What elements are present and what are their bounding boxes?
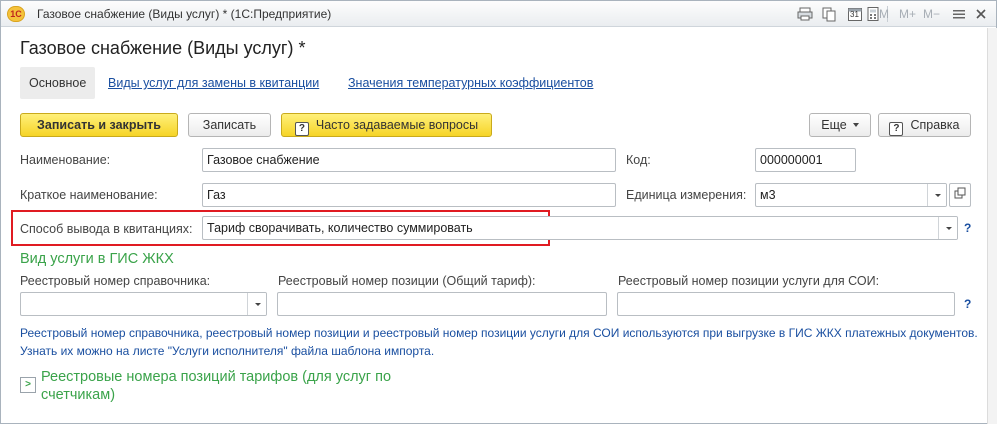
short-name-label: Краткое наименование: xyxy=(20,188,158,202)
help-button[interactable]: ? Справка xyxy=(878,113,971,137)
memory-button[interactable]: M xyxy=(879,6,889,22)
code-input[interactable]: 000000001 xyxy=(755,148,856,172)
question-icon: ? xyxy=(294,122,309,136)
output-method-hint-icon[interactable]: ? xyxy=(964,221,971,235)
chevron-down-icon[interactable] xyxy=(247,293,266,315)
copy-icon[interactable] xyxy=(821,6,837,22)
name-input[interactable]: Газовое снабжение xyxy=(202,148,616,172)
expand-icon[interactable]: > xyxy=(20,377,36,393)
registry-ref-select[interactable] xyxy=(20,292,267,316)
gis-note: Реестровый номер справочника, реестровый… xyxy=(20,326,978,358)
chevron-down-icon[interactable] xyxy=(938,217,957,239)
tab-main[interactable]: Основное xyxy=(20,67,96,99)
tariffs-group-title[interactable]: Реестровые номера позиций тарифов (для у… xyxy=(41,368,441,404)
chevron-down-icon[interactable] xyxy=(927,184,946,206)
title-bar: 1С Газовое снабжение (Виды услуг) * (1С:… xyxy=(1,1,996,27)
faq-button[interactable]: ? Часто задаваемые вопросы xyxy=(281,113,492,137)
registry-pos-input[interactable] xyxy=(277,292,607,316)
save-button[interactable]: Записать xyxy=(188,113,271,137)
save-and-close-button[interactable]: Записать и закрыть xyxy=(20,113,178,137)
app-logo-icon: 1С xyxy=(7,6,25,22)
unit-label: Единица измерения: xyxy=(626,188,747,202)
unit-value: м3 xyxy=(760,188,776,202)
window-edge xyxy=(987,28,997,424)
code-label: Код: xyxy=(626,153,651,167)
window-title: Газовое снабжение (Виды услуг) * (1С:Пре… xyxy=(37,7,332,21)
calendar-icon[interactable]: 31 xyxy=(847,6,863,22)
open-icon[interactable] xyxy=(949,183,971,207)
app-window: 1С Газовое снабжение (Виды услуг) * (1С:… xyxy=(0,0,997,424)
question-icon: ? xyxy=(889,122,904,136)
tab-temperature-coefficients[interactable]: Значения температурных коэффициентов xyxy=(348,67,593,99)
unit-select[interactable]: м3 xyxy=(755,183,947,207)
window-menu-icon[interactable] xyxy=(951,6,967,22)
help-button-label: Справка xyxy=(910,118,960,132)
memory-plus-button[interactable]: M+ xyxy=(899,6,916,22)
more-button[interactable]: Еще xyxy=(809,113,871,137)
close-icon[interactable] xyxy=(973,6,989,22)
output-method-select[interactable]: Тариф сворачивать, количество суммироват… xyxy=(202,216,958,240)
chevron-down-icon xyxy=(852,123,859,127)
calendar-day: 31 xyxy=(850,10,859,19)
output-method-label: Способ вывода в квитанциях: xyxy=(20,222,193,236)
short-name-input[interactable]: Газ xyxy=(202,183,616,207)
faq-button-label: Часто задаваемые вопросы xyxy=(315,118,479,132)
name-label: Наименование: xyxy=(20,153,111,167)
printer-icon[interactable] xyxy=(797,6,813,22)
registry-soi-label: Реестровый номер позиции услуги для СОИ: xyxy=(618,274,880,288)
output-method-value: Тариф сворачивать, количество суммироват… xyxy=(207,221,473,235)
registry-pos-label: Реестровый номер позиции (Общий тариф): xyxy=(278,274,536,288)
tab-replacement-services[interactable]: Виды услуг для замены в квитанции xyxy=(108,67,319,99)
registry-soi-input[interactable] xyxy=(617,292,955,316)
registry-ref-label: Реестровый номер справочника: xyxy=(20,274,211,288)
registry-hint-icon[interactable]: ? xyxy=(964,297,971,311)
page-title: Газовое снабжение (Виды услуг) * xyxy=(20,38,306,58)
memory-minus-button[interactable]: M− xyxy=(923,6,940,22)
more-button-label: Еще xyxy=(821,118,847,132)
gis-section-title: Вид услуги в ГИС ЖКХ xyxy=(20,251,174,267)
